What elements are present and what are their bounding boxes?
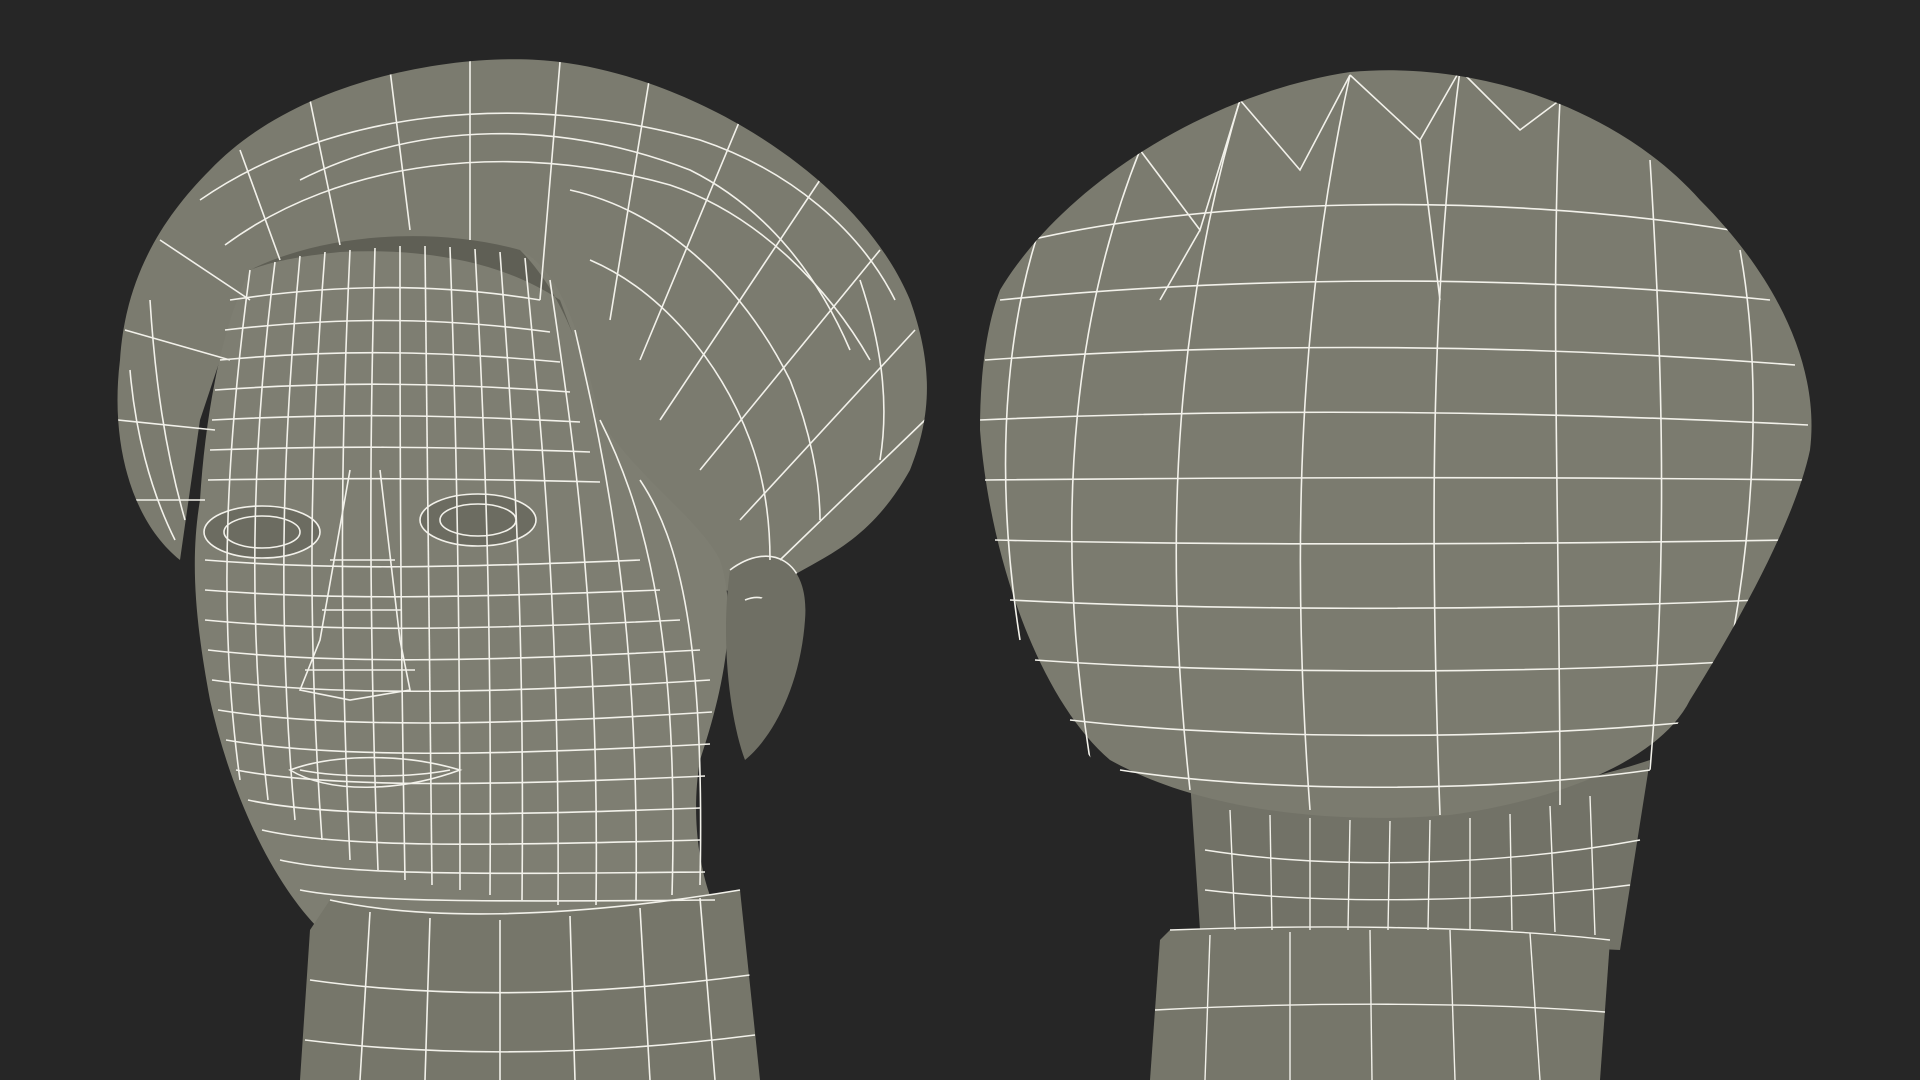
wireframe-render — [117, 59, 1812, 1080]
back-collar — [1150, 927, 1610, 1080]
back-head-wireframe — [980, 70, 1812, 1080]
front-ear — [725, 556, 806, 760]
front-head-wireframe — [117, 59, 927, 1080]
back-hair-dome — [980, 70, 1812, 818]
render-viewport — [0, 0, 1920, 1080]
